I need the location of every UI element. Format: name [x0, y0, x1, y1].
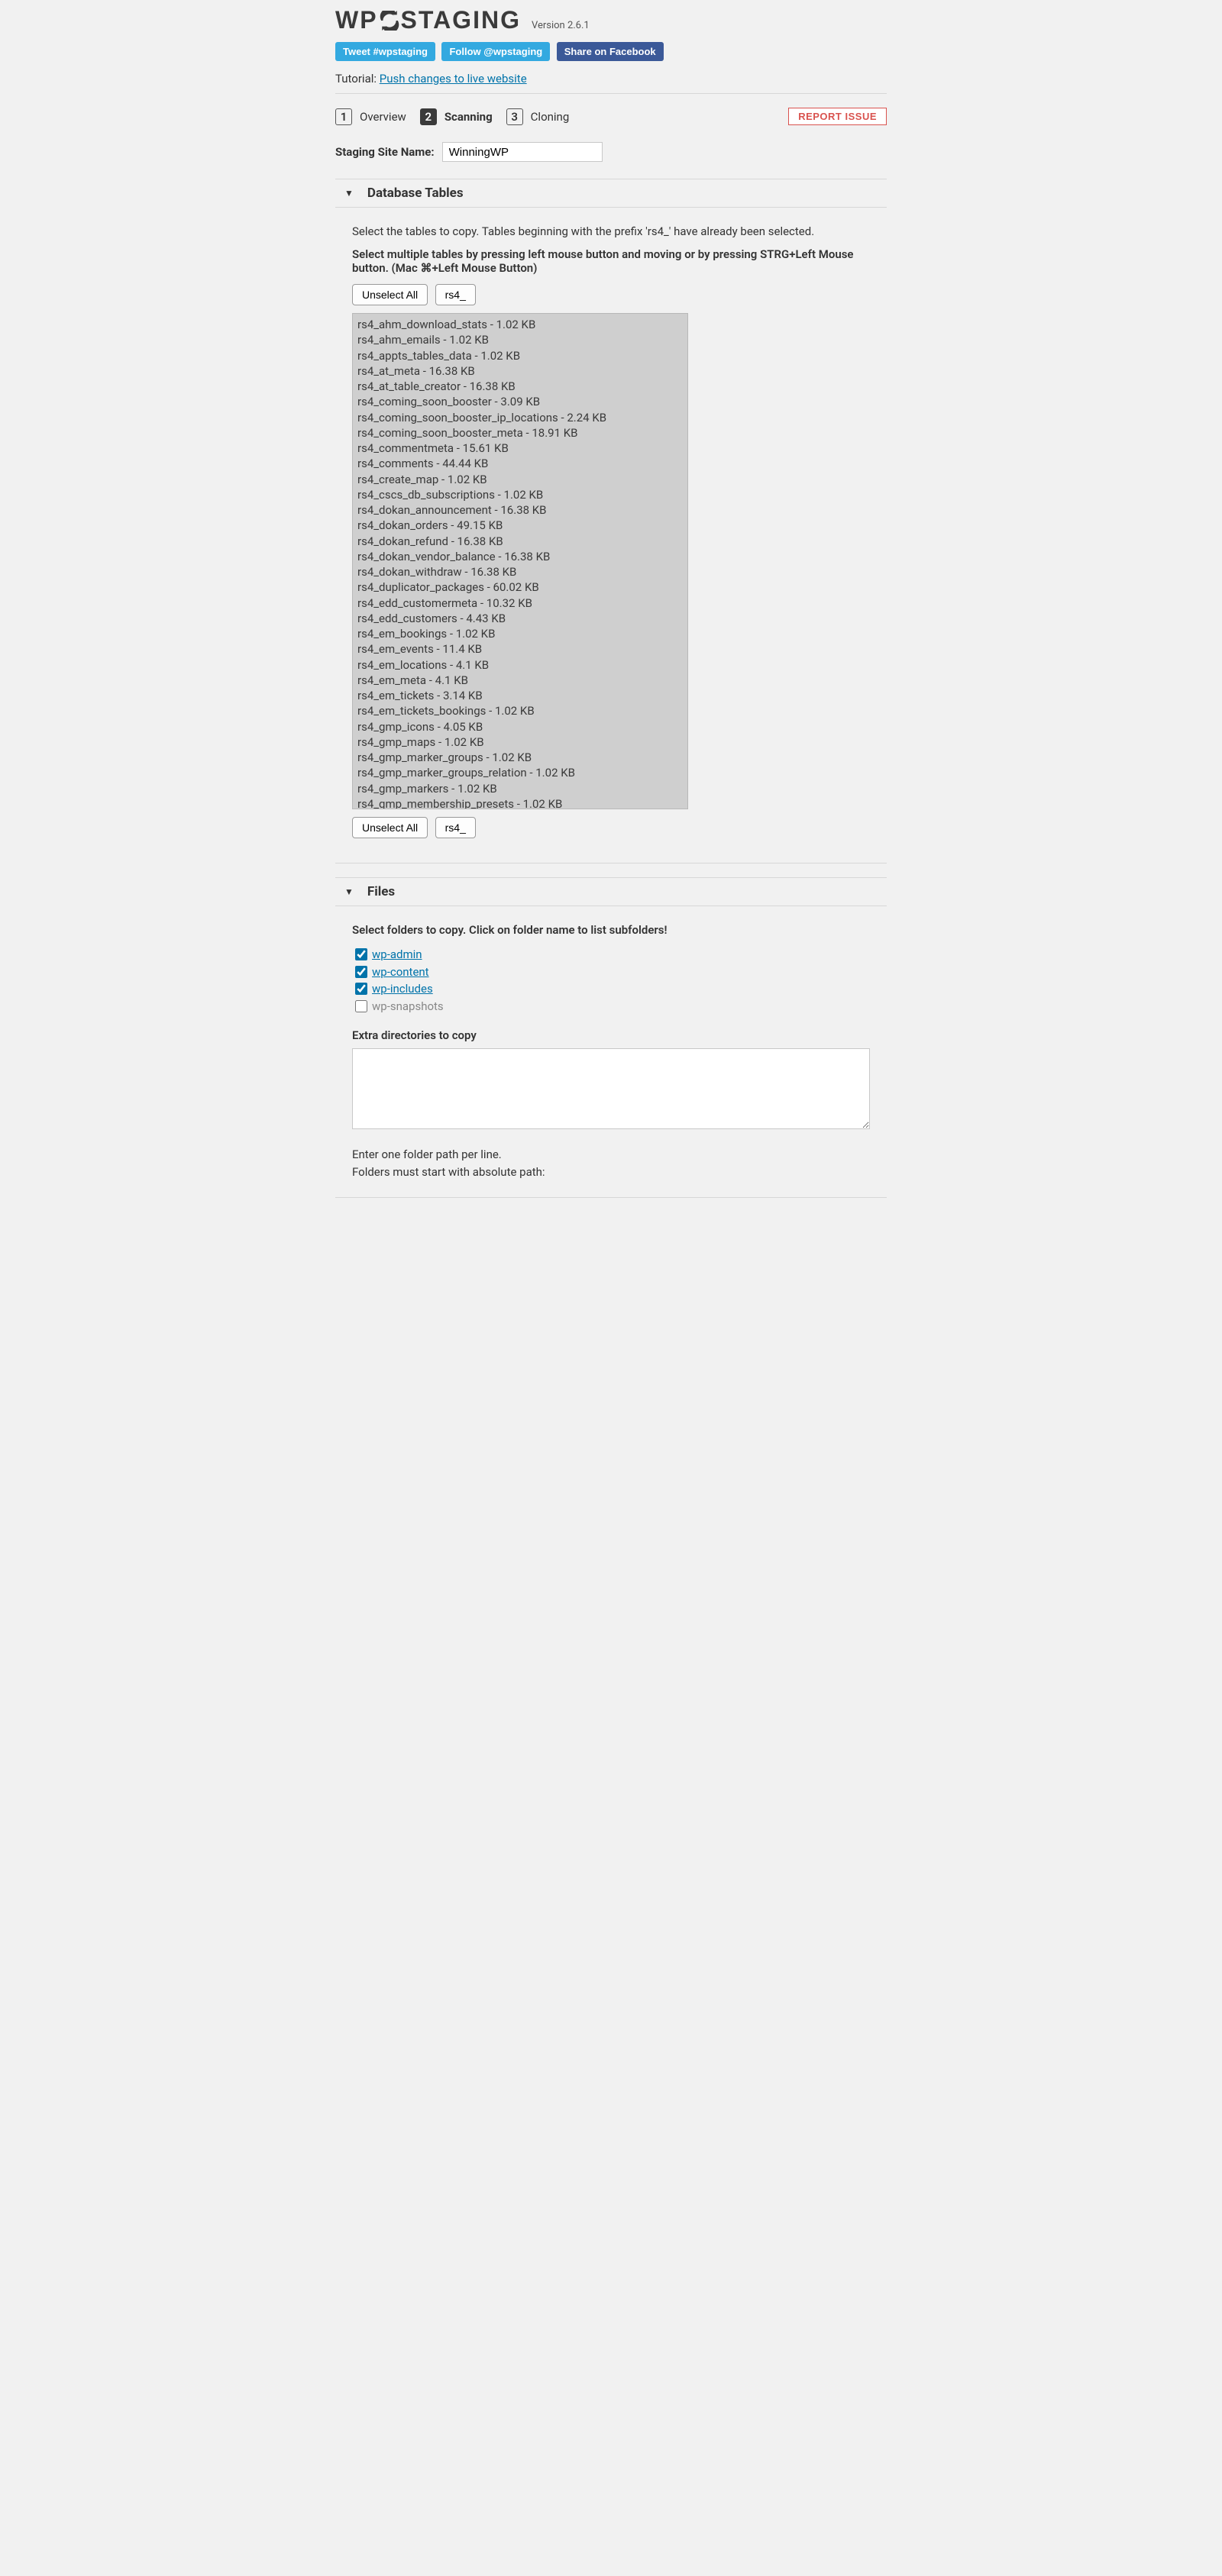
site-name-label: Staging Site Name: [335, 145, 435, 159]
table-row[interactable]: rs4_at_table_creator - 16.38 KB [354, 379, 686, 394]
chevron-down-icon: ▼ [344, 188, 354, 199]
table-row[interactable]: rs4_em_tickets_bookings - 1.02 KB [354, 703, 686, 718]
table-row[interactable]: rs4_create_map - 1.02 KB [354, 472, 686, 487]
table-row[interactable]: rs4_dokan_withdraw - 16.38 KB [354, 564, 686, 579]
files-toggle[interactable]: ▼ Files [335, 878, 887, 905]
database-tables-title: Database Tables [367, 186, 464, 201]
folder-checkbox[interactable] [355, 948, 367, 960]
extra-directories-input[interactable] [352, 1048, 870, 1129]
unselect-all-button-top[interactable]: Unselect All [352, 284, 428, 305]
table-row[interactable]: rs4_dokan_announcement - 16.38 KB [354, 502, 686, 518]
folder-checkbox[interactable] [355, 966, 367, 978]
table-row[interactable]: rs4_gmp_marker_groups_relation - 1.02 KB [354, 765, 686, 780]
refresh-icon [378, 9, 401, 32]
folder-row: wp-includes [352, 980, 870, 998]
db-help-text-1: Select the tables to copy. Tables beginn… [352, 224, 870, 238]
logo-staging-text: STAGING [401, 6, 521, 34]
files-title: Files [367, 884, 395, 899]
folder-link[interactable]: wp-includes [372, 980, 433, 998]
table-row[interactable]: rs4_dokan_refund - 16.38 KB [354, 534, 686, 549]
table-row[interactable]: rs4_em_bookings - 1.02 KB [354, 626, 686, 641]
table-row[interactable]: rs4_at_meta - 16.38 KB [354, 363, 686, 379]
table-row[interactable]: rs4_coming_soon_booster_meta - 18.91 KB [354, 425, 686, 441]
table-row[interactable]: rs4_duplicator_packages - 60.02 KB [354, 579, 686, 595]
folder-checkbox[interactable] [355, 1000, 367, 1012]
table-row[interactable]: rs4_cscs_db_subscriptions - 1.02 KB [354, 487, 686, 502]
step-cloning[interactable]: 3 Cloning [506, 108, 570, 125]
table-row[interactable]: rs4_gmp_maps - 1.02 KB [354, 734, 686, 750]
logo-wp-text: WP [335, 6, 378, 34]
folder-label: wp-snapshots [372, 998, 444, 1015]
step-overview-num: 1 [335, 108, 352, 125]
table-row[interactable]: rs4_em_tickets - 3.14 KB [354, 688, 686, 703]
version-text: Version 2.6.1 [532, 20, 590, 34]
step-overview[interactable]: 1 Overview [335, 108, 406, 125]
table-row[interactable]: rs4_dokan_orders - 49.15 KB [354, 518, 686, 533]
table-row[interactable]: rs4_comments - 44.44 KB [354, 456, 686, 471]
table-row[interactable]: rs4_gmp_markers - 1.02 KB [354, 781, 686, 796]
divider [335, 93, 887, 94]
report-issue-button[interactable]: REPORT ISSUE [788, 108, 887, 125]
step-scanning-label: Scanning [445, 110, 493, 124]
tweet-button[interactable]: Tweet #wpstaging [335, 42, 435, 61]
steps-row: 1 Overview 2 Scanning 3 Cloning REPORT I… [335, 108, 887, 125]
chevron-down-icon: ▼ [344, 886, 354, 897]
table-row[interactable]: rs4_gmp_marker_groups - 1.02 KB [354, 750, 686, 765]
database-tables-toggle[interactable]: ▼ Database Tables [335, 179, 887, 207]
table-row[interactable]: rs4_ahm_download_stats - 1.02 KB [354, 317, 686, 332]
table-row[interactable]: rs4_edd_customers - 4.43 KB [354, 611, 686, 626]
prefix-button-bottom[interactable]: rs4_ [435, 817, 476, 838]
tutorial-prefix: Tutorial: [335, 72, 380, 86]
step-scanning[interactable]: 2 Scanning [420, 108, 493, 125]
table-row[interactable]: rs4_ahm_emails - 1.02 KB [354, 332, 686, 347]
table-row[interactable]: rs4_commentmeta - 15.61 KB [354, 441, 686, 456]
section-database-tables: ▼ Database Tables Select the tables to c… [335, 179, 887, 864]
site-name-input[interactable] [442, 142, 603, 162]
table-row[interactable]: rs4_coming_soon_booster_ip_locations - 2… [354, 410, 686, 425]
table-row[interactable]: rs4_em_events - 11.4 KB [354, 641, 686, 657]
step-overview-label: Overview [360, 110, 406, 124]
folder-link[interactable]: wp-admin [372, 946, 422, 964]
step-cloning-label: Cloning [531, 110, 570, 124]
table-row[interactable]: rs4_edd_customermeta - 10.32 KB [354, 596, 686, 611]
folder-row: wp-snapshots [352, 998, 870, 1015]
follow-button[interactable]: Follow @wpstaging [441, 42, 550, 61]
files-help-text: Select folders to copy. Click on folder … [352, 923, 870, 937]
tutorial-link[interactable]: Push changes to live website [380, 72, 527, 86]
step-cloning-num: 3 [506, 108, 523, 125]
table-row[interactable]: rs4_em_locations - 4.1 KB [354, 657, 686, 673]
hint-line-2: Folders must start with absolute path: [352, 1164, 870, 1181]
table-row[interactable]: rs4_gmp_membership_presets - 1.02 KB [354, 796, 686, 809]
database-tables-list[interactable]: rs4_ahm_download_stats - 1.02 KBrs4_ahm_… [352, 313, 688, 809]
prefix-button-top[interactable]: rs4_ [435, 284, 476, 305]
folder-link[interactable]: wp-content [372, 964, 429, 981]
table-row[interactable]: rs4_appts_tables_data - 1.02 KB [354, 348, 686, 363]
table-row[interactable]: rs4_em_meta - 4.1 KB [354, 673, 686, 688]
extra-directories-label: Extra directories to copy [352, 1028, 870, 1042]
folder-row: wp-admin [352, 946, 870, 964]
db-help-text-2: Select multiple tables by pressing left … [352, 247, 870, 275]
folder-checkbox[interactable] [355, 983, 367, 995]
unselect-all-button-bottom[interactable]: Unselect All [352, 817, 428, 838]
step-scanning-num: 2 [420, 108, 437, 125]
wpstaging-logo: WP STAGING [335, 6, 521, 34]
table-row[interactable]: rs4_gmp_icons - 4.05 KB [354, 719, 686, 734]
hint-line-1: Enter one folder path per line. [352, 1146, 870, 1164]
section-files: ▼ Files Select folders to copy. Click on… [335, 877, 887, 1198]
tutorial-line: Tutorial: Push changes to live website [335, 72, 887, 86]
folder-row: wp-content [352, 964, 870, 981]
share-facebook-button[interactable]: Share on Facebook [557, 42, 664, 61]
table-row[interactable]: rs4_coming_soon_booster - 3.09 KB [354, 394, 686, 409]
table-row[interactable]: rs4_dokan_vendor_balance - 16.38 KB [354, 549, 686, 564]
